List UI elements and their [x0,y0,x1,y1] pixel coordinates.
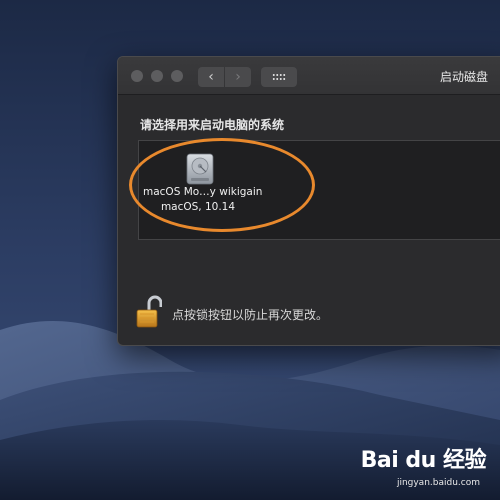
window-titlebar: ‹ › 启动磁盘 [118,57,500,95]
disk-os-version: macOS, 10.14 [160,201,236,213]
back-button[interactable]: ‹ [198,67,224,87]
chevron-left-icon: ‹ [208,69,214,85]
close-window-button[interactable] [131,70,143,82]
forward-button[interactable]: › [225,67,251,87]
disk-list-panel: macOS Mo…y wikigain macOS, 10.14 [129,138,500,240]
minimize-window-button[interactable] [151,70,163,82]
startup-disk-window: ‹ › 启动磁盘 请选择用来启动电脑的系统 macOS Mo…y wikigai… [117,56,500,346]
watermark-logo: Bai du 经验 [360,448,487,473]
show-all-button[interactable] [261,67,297,87]
watermark-url: jingyan.baidu.com [396,478,480,488]
chevron-right-icon: › [235,69,241,85]
lock-instruction-text: 点按锁按钮以防止再次更改。 [172,308,329,322]
hard-drive-icon [186,153,214,185]
select-system-label: 请选择用来启动电脑的系统 [140,118,285,132]
startup-disk-item[interactable]: macOS Mo…y wikigain macOS, 10.14 [143,151,263,221]
unlocked-padlock-icon[interactable] [136,295,162,329]
zoom-window-button[interactable] [171,70,183,82]
window-title: 启动磁盘 [439,70,488,84]
disk-name: macOS Mo…y wikigain [143,186,263,198]
grid-icon [272,73,286,81]
